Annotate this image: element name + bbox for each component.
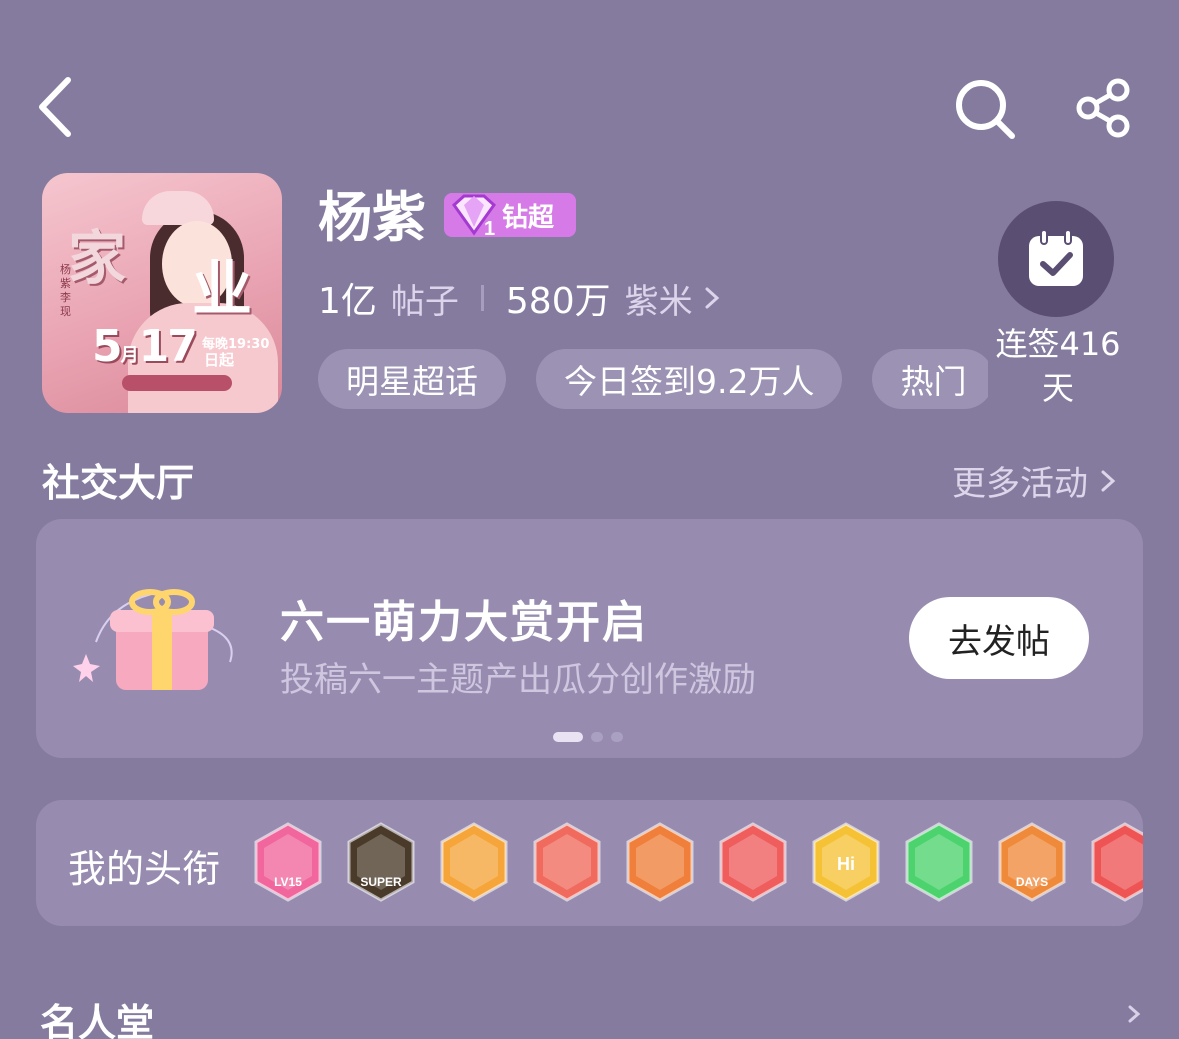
pagination-dot xyxy=(611,732,623,742)
diamond-super-badge[interactable]: 1 钻超 xyxy=(444,193,576,237)
chevron-left-icon xyxy=(39,77,71,137)
fans-count[interactable]: 580万 xyxy=(506,272,611,324)
topic-name: 杨紫 xyxy=(318,186,426,249)
topic-tags: 明星超话 今日签到9.2万人 热门 xyxy=(318,349,988,409)
crown-badge[interactable] xyxy=(438,822,510,902)
rabbit-badge[interactable] xyxy=(717,822,789,902)
my-titles-label: 我的头衔 xyxy=(68,847,221,891)
calendar-check-icon xyxy=(1029,229,1083,286)
pagination-dot xyxy=(591,732,603,742)
posts-count: 1亿 xyxy=(318,281,377,322)
posts-label: 帖子 xyxy=(390,282,459,322)
hall-of-fame-title: 名人堂 xyxy=(40,1001,155,1039)
more-activities-link[interactable]: 更多活动 xyxy=(952,456,1118,505)
title-badges-row: LV15 SUPER Hi DAYS xyxy=(250,822,1143,906)
hi-badge-text: Hi xyxy=(837,854,855,874)
tag-star-topic[interactable]: 明星超话 xyxy=(318,349,506,409)
topic-stats: 1亿 帖子 580万 紫米 xyxy=(318,272,723,324)
search-button[interactable] xyxy=(954,78,1016,140)
cover-title-left: 家 xyxy=(68,224,127,292)
cover-title-right: 业 xyxy=(192,255,252,325)
topic-cover-image[interactable]: 杨紫李现 家 业 5月17 每晚19:30 日起 xyxy=(42,173,282,413)
banner-pagination xyxy=(553,732,623,742)
dragon-gold-badge[interactable] xyxy=(624,822,696,902)
cover-logos xyxy=(122,375,232,391)
more-activities-label: 更多活动 xyxy=(952,464,1088,504)
fans-label[interactable]: 紫米 xyxy=(625,274,693,323)
stats-divider xyxy=(480,285,484,311)
100-days-badge-text: DAYS xyxy=(1016,875,1048,889)
hand-badge[interactable] xyxy=(903,822,975,902)
share-icon xyxy=(1076,78,1130,138)
super-crown-badge[interactable]: SUPER xyxy=(345,822,417,902)
hi-badge[interactable]: Hi xyxy=(810,822,882,902)
cover-figure-hat xyxy=(142,191,214,225)
cover-date-suffix: 日起 xyxy=(204,351,235,369)
back-button[interactable] xyxy=(36,76,76,138)
tag-checkin-count[interactable]: 今日签到9.2万人 xyxy=(536,349,843,409)
trophy-badge[interactable] xyxy=(1089,822,1143,902)
social-hall-title: 社交大厅 xyxy=(42,461,195,505)
svg-text:1: 1 xyxy=(484,218,495,237)
cover-date: 5月17 xyxy=(92,321,198,372)
share-button[interactable] xyxy=(1074,78,1134,138)
lv15-badge-text: LV15 xyxy=(274,875,302,889)
100-days-badge[interactable]: DAYS xyxy=(996,822,1068,902)
checkin-button[interactable] xyxy=(998,201,1114,317)
super-crown-badge-text: SUPER xyxy=(360,875,402,889)
chevron-right-icon xyxy=(705,287,719,309)
go-post-button[interactable]: 去发帖 xyxy=(909,597,1089,679)
badge-label: 钻超 xyxy=(502,202,555,233)
banner-title: 六一萌力大赏开启 xyxy=(280,597,648,648)
chevron-right-icon xyxy=(1101,470,1116,491)
checkin-streak-label: 连签416天 xyxy=(995,325,1121,407)
chevron-right-icon[interactable] xyxy=(1126,1003,1142,1025)
tag-hot[interactable]: 热门 xyxy=(872,349,988,409)
pagination-dot-active xyxy=(553,732,583,742)
lv15-badge[interactable]: LV15 xyxy=(252,822,324,902)
gift-box-icon xyxy=(70,582,248,698)
banner-subtitle: 投稿六一主题产出瓜分创作激励 xyxy=(280,660,756,700)
dragon-badge[interactable] xyxy=(531,822,603,902)
search-icon xyxy=(956,80,1015,139)
diamond-icon: 1 xyxy=(444,193,502,237)
